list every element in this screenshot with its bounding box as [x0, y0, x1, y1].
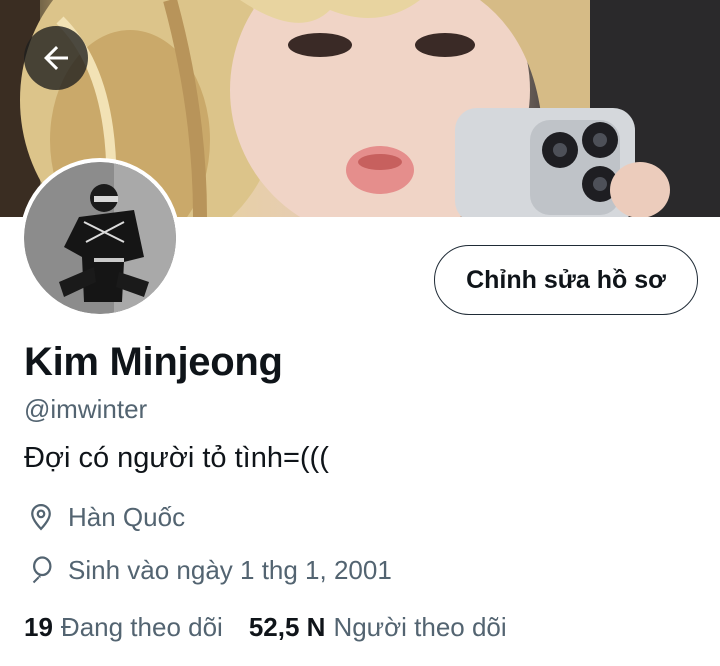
following-label: Đang theo dõi [60, 612, 223, 642]
followers-count: 52,5 N [248, 612, 326, 642]
location-pin-icon [24, 500, 58, 534]
avatar-photo [24, 162, 176, 314]
arrow-left-icon [44, 46, 68, 70]
following-count: 19 [24, 612, 53, 642]
birthday-row: Sinh vào ngày 1 thg 1, 2001 [24, 553, 392, 587]
profile-bio: Đợi có người tỏ tình=((( [24, 442, 329, 474]
following-link[interactable]: 19 Đang theo dõi [24, 612, 223, 643]
avatar[interactable] [20, 158, 180, 318]
edit-profile-button[interactable]: Chỉnh sửa hồ sơ [434, 245, 698, 315]
follow-stats: 19 Đang theo dõi 52,5 N Người theo dõi [24, 612, 533, 643]
back-button[interactable] [24, 26, 88, 90]
followers-label: Người theo dõi [333, 612, 507, 642]
location-row: Hàn Quốc [24, 500, 185, 534]
birthday-text: Sinh vào ngày 1 thg 1, 2001 [68, 554, 392, 585]
profile-name: Kim Minjeong [24, 340, 283, 384]
profile-handle: @imwinter [24, 394, 148, 424]
balloon-icon [24, 553, 58, 587]
followers-link[interactable]: 52,5 N Người theo dõi [249, 612, 507, 643]
location-text: Hàn Quốc [68, 501, 186, 532]
